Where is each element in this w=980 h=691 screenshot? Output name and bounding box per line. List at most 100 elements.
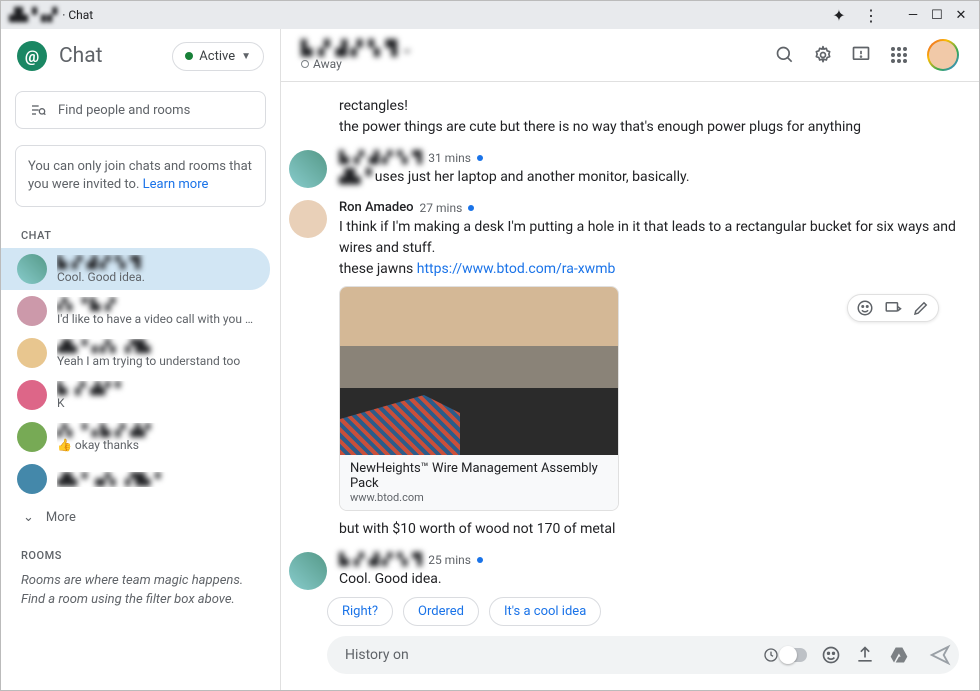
extensions-icon[interactable]: ✦	[829, 5, 849, 25]
message-hover-actions	[847, 294, 939, 322]
smart-reply-chip[interactable]: It's a cool idea	[489, 597, 601, 626]
sender-name: Ron Amadeo	[339, 200, 414, 215]
chat-logo-icon	[17, 41, 47, 71]
avatar	[17, 338, 47, 368]
chat-preview: 👍 okay thanks	[57, 438, 254, 452]
message-list[interactable]: rectangles! the power things are cute bu…	[281, 82, 979, 593]
history-toggle[interactable]	[763, 647, 807, 663]
chat-item[interactable]: ▞▖▝ ▙▗▘ I'd like to have a video call wi…	[1, 290, 270, 332]
message-text: the power things are cute but there is n…	[339, 117, 959, 138]
apps-launcher-button[interactable]	[889, 45, 909, 65]
status-dot-icon	[185, 52, 193, 60]
avatar	[17, 380, 47, 410]
window-title: · Chat	[62, 8, 829, 22]
compose-placeholder: History on	[345, 647, 751, 663]
upload-button[interactable]	[855, 645, 875, 665]
conversation-pane: ▙▗▘▟ ▞▝▖▜ ⌄ Away rectangles! the power t…	[281, 29, 979, 690]
link-preview-image	[340, 287, 618, 455]
link-preview-title: NewHeights™ Wire Management Assembly Pac…	[350, 461, 608, 491]
search-conversation-button[interactable]	[775, 45, 795, 65]
away-ring-icon	[301, 60, 309, 68]
link-preview-card[interactable]: NewHeights™ Wire Management Assembly Pac…	[339, 286, 619, 511]
search-placeholder: Find people and rooms	[58, 103, 190, 118]
minimize-button[interactable]: —	[903, 5, 923, 25]
window-titlebar: ▟▙▝▗ ▞ · Chat ✦ ⋮ — ☐ ✕	[1, 1, 979, 29]
chat-name-obscured: ▟▙▝ ▗▞▖▗▜▙▝	[57, 472, 254, 487]
maximize-button[interactable]: ☐	[927, 5, 947, 25]
emoji-button[interactable]	[821, 645, 841, 665]
menu-icon[interactable]: ⋮	[861, 5, 881, 25]
drive-button[interactable]	[889, 645, 909, 665]
message-text: but with $10 worth of wood not 170 of me…	[339, 519, 959, 540]
unread-dot-icon	[477, 155, 483, 161]
message-link[interactable]: https://www.btod.com/ra-xwmb	[417, 261, 616, 277]
message: ▙▗▘▟ ▞▝▖▜ 25 mins Cool. Good idea.	[289, 546, 959, 593]
message-text: rectangles!	[339, 96, 959, 117]
away-label: Away	[313, 57, 342, 71]
message: ▙▗▘▟ ▞▝▖▜ 31 mins ▟▙▝ uses just her lapt…	[289, 144, 959, 194]
sender-name-obscured: ▙▗▘▟ ▞▝▖▜	[339, 150, 422, 165]
forward-button[interactable]	[884, 299, 902, 317]
unread-dot-icon	[477, 557, 483, 563]
info-banner: You can only join chats and rooms that y…	[15, 145, 266, 207]
status-selector[interactable]: Active ▼	[172, 42, 264, 71]
search-icon	[30, 102, 46, 118]
chat-list: ▙▗▘▟ ▞▝▖▜ Cool. Good idea. ▞▖▝ ▙▗▘ I'd l…	[1, 248, 280, 500]
avatar	[17, 254, 47, 284]
message-avatar	[289, 552, 327, 590]
sidebar-header: Chat Active ▼	[1, 29, 280, 83]
message-avatar	[289, 150, 327, 188]
chat-name-obscured: ▟▙▝▗ ▞▖▗▜▙	[57, 339, 254, 354]
avatar	[17, 296, 47, 326]
conversation-header: ▙▗▘▟ ▞▝▖▜ ⌄ Away	[281, 29, 979, 82]
compose-box[interactable]: History on	[327, 636, 959, 674]
chat-item[interactable]: ▟▙▝ ▗▞▖▗▜▙▝	[1, 458, 270, 500]
sender-name-obscured: ▙▗▘▟ ▞▝▖▜	[339, 552, 422, 567]
chevron-down-icon: ⌄	[23, 510, 34, 525]
unread-dot-icon	[468, 205, 474, 211]
chat-item[interactable]: ▞▖▝▗ ▙▗▘▟▞ 👍 okay thanks	[1, 416, 270, 458]
more-chats-button[interactable]: ⌄ More	[1, 500, 280, 535]
rooms-empty-hint: Rooms are where team magic happens. Find…	[1, 568, 280, 612]
message-text: these jawns https://www.btod.com/ra-xwmb	[339, 259, 959, 280]
chat-item[interactable]: ▟▙▝▗ ▞▖▗▜▙ Yeah I am trying to understan…	[1, 332, 270, 374]
react-emoji-button[interactable]	[856, 299, 874, 317]
smart-reply-chip[interactable]: Right?	[327, 597, 393, 626]
account-avatar[interactable]	[927, 39, 959, 71]
chat-preview: Cool. Good idea.	[57, 270, 254, 284]
status-label: Active	[199, 49, 235, 64]
chat-name-obscured: ▞▖▝ ▙▗▘	[57, 297, 254, 312]
chevron-down-icon: ▼	[241, 51, 251, 62]
info-text: You can only join chats and rooms that y…	[28, 159, 252, 192]
avatar	[17, 422, 47, 452]
smart-reply-chip[interactable]: Ordered	[403, 597, 479, 626]
chat-name-obscured: ▞▖▝▗ ▙▗▘▟▞	[57, 423, 254, 438]
settings-button[interactable]	[813, 45, 833, 65]
message-time: 27 mins	[420, 201, 463, 215]
chat-section-label: CHAT	[1, 215, 280, 248]
chat-item[interactable]: ▙▗▘▟ ▞▝▖▜ Cool. Good idea.	[1, 248, 270, 290]
message-text: Cool. Good idea.	[339, 569, 959, 590]
message-time: 25 mins	[428, 553, 471, 567]
message: Ron Amadeo 27 mins I think if I'm making…	[289, 194, 959, 546]
close-button[interactable]: ✕	[951, 5, 971, 25]
sidebar: Chat Active ▼ Find people and rooms You …	[1, 29, 281, 690]
edit-button[interactable]	[912, 299, 930, 317]
message: rectangles! the power things are cute bu…	[289, 90, 959, 144]
chat-item[interactable]: ▙ ▗▘▟▞▝ K	[1, 374, 270, 416]
chat-name-obscured: ▙▗▘▟ ▞▝▖▜	[57, 255, 254, 270]
presence-status: Away	[301, 57, 413, 71]
chat-preview: I'd like to have a video call with you o…	[57, 312, 254, 326]
more-label: More	[46, 510, 76, 525]
search-input[interactable]: Find people and rooms	[15, 91, 266, 129]
window-title-obscured: ▟▙▝▗ ▞	[9, 8, 56, 23]
send-button[interactable]	[929, 644, 951, 666]
learn-more-link[interactable]: Learn more	[143, 177, 209, 192]
smart-reply-row: Right? Ordered It's a cool idea	[281, 593, 979, 636]
link-preview-domain: www.btod.com	[350, 491, 608, 504]
feedback-button[interactable]	[851, 45, 871, 65]
avatar	[17, 464, 47, 494]
message-text: I think if I'm making a desk I'm putting…	[339, 217, 959, 259]
chat-preview: K	[57, 396, 254, 410]
conversation-title-obscured: ▙▗▘▟ ▞▝▖▜ ⌄	[301, 39, 413, 57]
